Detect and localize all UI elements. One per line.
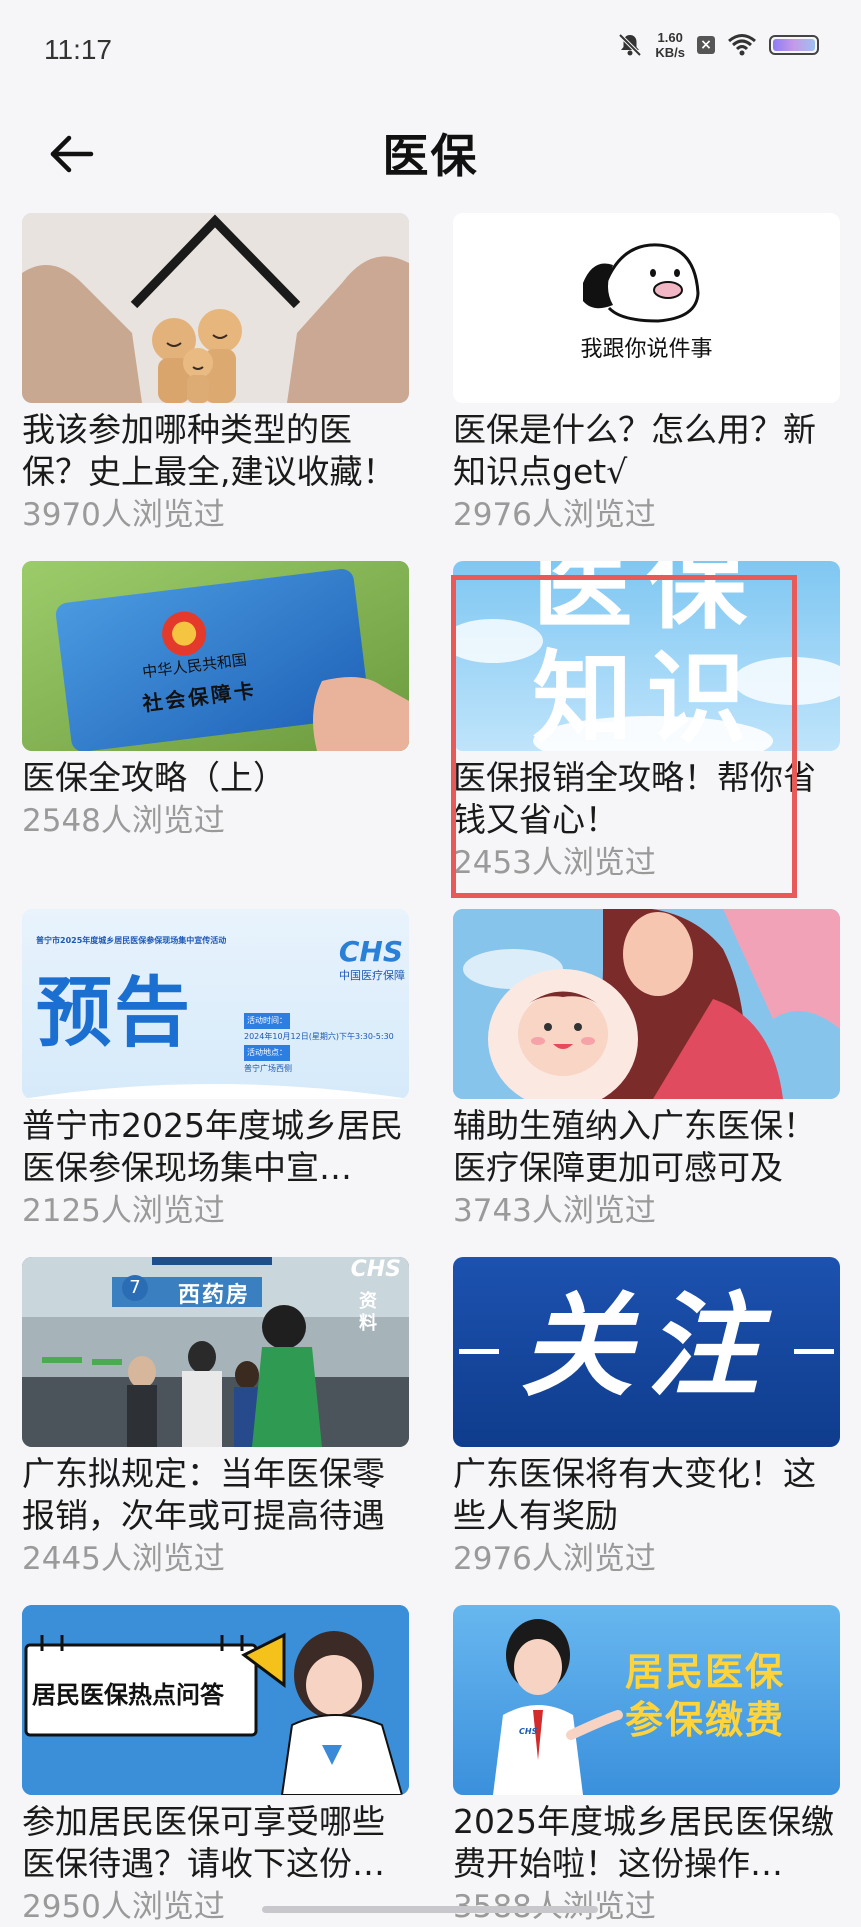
thumbnail-caption: 知识 — [532, 640, 761, 751]
battery-icon — [769, 35, 819, 55]
thumbnail-caption: 资料 — [359, 1291, 377, 1334]
article-title: 辅助生殖纳入广东医保！医疗保障更加可感可及 — [453, 1106, 816, 1187]
article-thumbnail: 我跟你说件事 — [453, 213, 840, 403]
article-card[interactable]: 居民医保热点问答 参加居民医保可享受哪些医保待遇？请收下这份… 2950人浏览过 — [22, 1605, 409, 1927]
article-title: 2025年度城乡居民医保缴费开始啦！这份操作… — [453, 1802, 834, 1883]
article-card[interactable]: 辅助生殖纳入广东医保！医疗保障更加可感可及 3743人浏览过 — [453, 909, 840, 1231]
article-card[interactable]: CHS 居民医保 参保缴费 2025年度城乡居民医保缴费开始啦！这份操作… 35… — [453, 1605, 840, 1927]
thumbnail-badge: CHS — [519, 1727, 538, 1736]
notification-badge-icon: × — [697, 36, 715, 54]
thumbnail-caption: 居民医保热点问答 — [32, 1681, 224, 1709]
article-thumbnail: 医保 知识 — [453, 561, 840, 751]
status-bar: 11:17 1.60 KB/s × — [0, 0, 861, 100]
article-title: 医保全攻略（上） — [22, 758, 286, 797]
event-place-label: 活动地点： — [244, 1045, 290, 1061]
thumbnail-caption: 我跟你说件事 — [580, 337, 713, 362]
article-card[interactable]: 我该参加哪种类型的医保？史上最全,建议收藏！ 3970人浏览过 — [22, 213, 409, 535]
article-views: 2976人浏览过 — [453, 497, 656, 533]
article-card[interactable]: 普宁市2025年度城乡居民医保参保现场集中宣传活动 CHS 中国医疗保障 预告 … — [22, 909, 409, 1231]
thumbnail-caption: 预告 — [36, 968, 192, 1057]
wifi-icon — [728, 34, 756, 56]
article-title: 我该参加哪种类型的医保？史上最全,建议收藏！ — [22, 410, 396, 491]
net-speed-unit: KB/s — [655, 45, 685, 60]
event-info: 活动时间： 2024年10月12日(星期六)下午3:30-5:30 活动地点： … — [244, 1013, 394, 1077]
thumbnail-caption: 关注 — [520, 1282, 773, 1412]
thumbnail-caption: 参保缴费 — [625, 1698, 786, 1742]
article-title: 医保报销全攻略！帮你省钱又省心！ — [453, 758, 816, 839]
app-header: 医保 — [0, 100, 861, 210]
article-thumbnail: 居民医保热点问答 — [22, 1605, 409, 1795]
thumbnail-caption: 西药房 — [178, 1283, 251, 1308]
article-views: 3743人浏览过 — [453, 1193, 656, 1229]
article-thumbnail: 中华人民共和国 社会保障卡 — [22, 561, 409, 751]
status-icons: 1.60 KB/s × — [617, 30, 819, 60]
home-indicator[interactable] — [262, 1906, 598, 1913]
network-speed: 1.60 KB/s — [655, 30, 685, 60]
page-title: 医保 — [382, 129, 479, 183]
event-time: 2024年10月12日(星期六)下午3:30-5:30 — [244, 1032, 394, 1041]
thumbnail-caption: CHS — [338, 935, 403, 968]
battery-fill — [773, 39, 815, 51]
thumbnail-caption: 中国医疗保障 — [339, 969, 405, 982]
thumbnail-caption: 7 — [122, 1275, 148, 1301]
article-card[interactable]: 中华人民共和国 社会保障卡 医保全攻略（上） 2548人浏览过 — [22, 561, 409, 841]
article-views: 2125人浏览过 — [22, 1193, 225, 1229]
mute-bell-icon — [618, 33, 642, 57]
event-time-label: 活动时间： — [244, 1013, 290, 1029]
thumbnail-banner: 普宁市2025年度城乡居民医保参保现场集中宣传活动 — [36, 936, 227, 945]
article-views: 2548人浏览过 — [22, 803, 225, 839]
article-thumbnail — [453, 909, 840, 1099]
article-title: 广东医保将有大变化！这些人有奖励 — [453, 1454, 816, 1535]
article-thumbnail — [22, 213, 409, 403]
thumbnail-caption: CHS — [350, 1257, 401, 1282]
article-thumbnail: 关注 — [453, 1257, 840, 1447]
article-views: 2453人浏览过 — [453, 845, 656, 881]
article-title: 普宁市2025年度城乡居民医保参保现场集中宣… — [22, 1106, 403, 1187]
net-speed-value: 1.60 — [657, 30, 683, 45]
article-views: 3970人浏览过 — [22, 497, 225, 533]
article-thumbnail: 普宁市2025年度城乡居民医保参保现场集中宣传活动 CHS 中国医疗保障 预告 … — [22, 909, 409, 1099]
thumbnail-caption: 居民医保 — [625, 1650, 786, 1694]
article-card[interactable]: 关注 广东医保将有大变化！这些人有奖励 2976人浏览过 — [453, 1257, 840, 1579]
article-title: 广东拟规定：当年医保零报销，次年或可提高待遇 — [22, 1454, 385, 1535]
article-views: 2976人浏览过 — [453, 1541, 656, 1577]
article-thumbnail: CHS 居民医保 参保缴费 — [453, 1605, 840, 1795]
article-card[interactable]: 我跟你说件事 医保是什么？怎么用？新知识点get√ 2976人浏览过 — [453, 213, 840, 535]
status-time: 11:17 — [44, 34, 112, 65]
article-title: 医保是什么？怎么用？新知识点get√ — [453, 410, 816, 491]
event-place: 普宁广场西侧 — [244, 1064, 292, 1073]
article-card[interactable]: 西药房 7 CHS 资料 广东拟规定：当年医保零报销，次年或可提高待遇 2445… — [22, 1257, 409, 1579]
article-title: 参加居民医保可享受哪些医保待遇？请收下这份… — [22, 1802, 385, 1883]
article-thumbnail: 西药房 7 CHS 资料 — [22, 1257, 409, 1447]
article-views: 2445人浏览过 — [22, 1541, 225, 1577]
article-card[interactable]: 医保 知识 医保报销全攻略！帮你省钱又省心！ 2453人浏览过 — [453, 561, 840, 883]
